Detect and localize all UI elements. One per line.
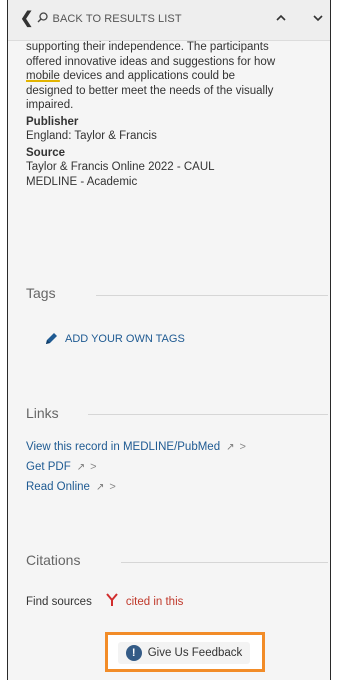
source-value-1: Taylor & Francis Online 2022 - CAUL [26,161,215,173]
link-pubmed-label: View this record in MEDLINE/PubMed [26,441,221,453]
chevron-down-icon [313,15,323,22]
link-pubmed[interactable]: View this record in MEDLINE/PubMed ↗ > [26,441,246,453]
source-label: Source [26,146,65,159]
feedback-highlight-box: ! Give Us Feedback [105,632,265,672]
tags-section-title: Tags [26,285,56,301]
pencil-icon [46,333,57,344]
chevron-right-icon: > [90,461,97,473]
external-link-icon: ↗ [95,481,105,493]
search-icon [37,12,48,26]
add-tags-label: ADD YOUR OWN TAGS [65,332,185,345]
next-record-button[interactable] [313,13,323,25]
citation-trail-icon [106,593,118,610]
publisher-label: Publisher [26,115,79,128]
external-link-icon: ↗ [76,461,86,473]
abstract-line: designed to better meet the needs of the… [26,84,274,97]
citations-section-title: Citations [26,552,81,568]
previous-record-button[interactable] [276,13,286,25]
record-details-panel: ❮ BACK TO RESULTS LIST supporting their … [7,0,331,680]
abstract-text: devices and applications could be [59,70,236,82]
highlighted-word: mobile [26,70,60,82]
record-content: supporting their independence. The parti… [26,40,321,189]
back-label: BACK TO RESULTS LIST [52,13,182,25]
citations-divider [121,562,328,563]
links-divider [88,414,328,415]
abstract-line: mobile devices and applications could be [26,69,321,84]
chevron-right-icon: > [109,481,116,493]
source-value-2: MEDLINE - Academic [26,175,138,188]
link-read-online[interactable]: Read Online ↗ > [26,481,116,493]
top-bar: ❮ BACK TO RESULTS LIST [8,0,330,41]
external-link-icon: ↗ [226,441,235,453]
back-to-results-link[interactable]: ❮ BACK TO RESULTS LIST [20,10,182,27]
exclamation-icon: ! [125,645,142,661]
cited-in-this-link[interactable]: cited in this [126,596,184,608]
chevron-left-icon: ❮ [20,10,34,27]
give-feedback-label: Give Us Feedback [147,647,243,659]
links-section-title: Links [26,405,59,421]
link-get-pdf[interactable]: Get PDF ↗ > [26,461,97,473]
citation-row: Find sources cited in this [26,593,183,610]
abstract-line: impaired. [26,99,74,111]
chevron-right-icon: > [239,441,246,453]
link-get-pdf-label: Get PDF [26,461,71,473]
publisher-value: England: Taylor & Francis [26,130,157,142]
chevron-up-icon [276,14,286,21]
add-tags-button[interactable]: ADD YOUR OWN TAGS [44,331,185,346]
abstract-line: offered innovative ideas and suggestions… [26,55,276,68]
give-feedback-button[interactable]: ! Give Us Feedback [118,642,250,664]
abstract-line: supporting their independence. The parti… [26,41,269,53]
link-read-online-label: Read Online [26,481,90,493]
tags-divider [96,295,328,296]
find-sources-label: Find sources [26,595,92,608]
